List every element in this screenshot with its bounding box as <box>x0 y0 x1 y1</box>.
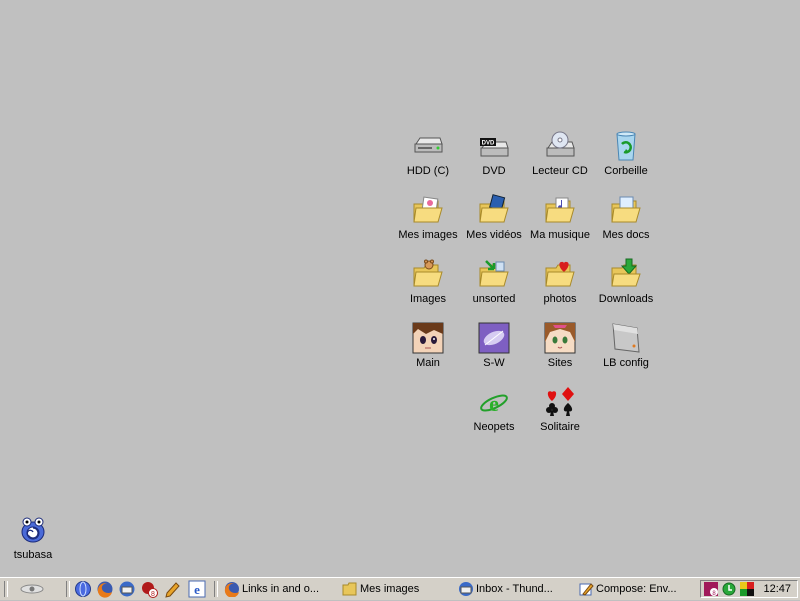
card-suits-icon <box>546 387 574 416</box>
desktop-icon-s-w[interactable]: S-W <box>461 322 527 382</box>
thunderbird-icon <box>459 582 473 596</box>
tray-badge-icon[interactable]: 8 <box>704 582 718 597</box>
folder-music-icon <box>545 197 575 223</box>
dvd-badge-text: DVD <box>482 141 495 147</box>
show-desktop-icon[interactable] <box>18 580 46 598</box>
recycle-bin-icon <box>616 131 636 161</box>
poliwhirl-icon <box>21 517 45 543</box>
system-tray: 8 12:47 <box>700 580 798 598</box>
firefox-icon[interactable] <box>96 580 114 598</box>
thunderbird-icon[interactable] <box>118 580 136 598</box>
desktop-icon-hdd[interactable]: HDD (C) <box>395 130 461 190</box>
internet-explorer-icon: e <box>480 391 508 416</box>
tray-clock[interactable]: 12:47 <box>763 583 791 595</box>
svg-text:e: e <box>194 582 200 597</box>
tray-colors-icon[interactable] <box>740 582 754 596</box>
taskbar-button-compose[interactable]: Compose: Env... <box>576 580 686 599</box>
feather-icon <box>478 322 510 354</box>
tray-green-icon[interactable] <box>722 582 736 596</box>
desktop-icon-main[interactable]: Main <box>395 322 461 382</box>
desktop-icon-label: LB config <box>603 357 649 369</box>
desktop-icon-solitaire[interactable]: Solitaire <box>527 386 593 446</box>
desktop-icon-label: Solitaire <box>540 421 580 433</box>
desktop-icon-label: Downloads <box>598 293 654 305</box>
taskbar-button-label: Inbox - Thund... <box>476 583 553 595</box>
desktop-icon-label: tsubasa <box>13 549 53 561</box>
desktop: { "desktop": { "icons": { "hdd": "HDD (C… <box>0 0 800 600</box>
folder-videos-icon <box>479 194 509 223</box>
taskbar-button-label: Compose: Env... <box>596 583 677 595</box>
desktop-icon-dvd[interactable]: DVD DVD <box>461 130 527 190</box>
desktop-icon-mes-images[interactable]: Mes images <box>395 194 461 254</box>
desktop-icon-neopets[interactable]: e Neopets <box>461 386 527 446</box>
desktop-icon-photos[interactable]: photos <box>527 258 593 318</box>
taskbar-button-label: Mes images <box>360 583 420 595</box>
desktop-icon-lecteur-cd[interactable]: Lecteur CD <box>527 130 593 190</box>
taskbar-button-label: Links in and o... <box>242 583 320 595</box>
dvd-drive-icon: DVD <box>480 138 509 157</box>
quick-badge-count: 8 <box>151 591 155 598</box>
badge-app-icon[interactable]: 8 <box>140 580 158 598</box>
desktop-icon-corbeille[interactable]: Corbeille <box>593 130 659 190</box>
pencil-app-icon[interactable] <box>164 580 182 598</box>
taskbar-grip[interactable] <box>214 581 218 597</box>
taskbar-button-links[interactable]: Links in and o... <box>222 580 332 599</box>
desktop-icon-mes-docs[interactable]: Mes docs <box>593 194 659 254</box>
anime-girl-icon <box>544 322 576 354</box>
desktop-icon-sites[interactable]: Sites <box>527 322 593 382</box>
desktop-icon-tsubasa[interactable]: tsubasa <box>0 514 66 574</box>
desktop-icon-label: Mes docs <box>602 229 650 241</box>
folder-images-icon <box>413 259 443 287</box>
taskbar: 8 e Links in and o... Mes images Inbox -… <box>0 577 800 600</box>
anime-face-icon <box>412 322 444 354</box>
compose-icon <box>579 583 594 596</box>
folder-photos-icon <box>545 261 575 287</box>
hard-drive-icon <box>414 137 443 153</box>
desktop-icon-ma-musique[interactable]: Ma musique <box>527 194 593 254</box>
firefox-icon <box>224 582 239 597</box>
cd-drive-icon <box>546 131 575 157</box>
folder-downloads-icon <box>611 258 641 287</box>
ie-icon[interactable]: e <box>188 580 206 598</box>
globe-icon[interactable] <box>74 580 92 598</box>
folder-documents-icon <box>611 196 641 223</box>
svg-text:e: e <box>489 391 499 416</box>
desktop-icon-label: Corbeille <box>604 165 648 177</box>
folder-pictures-icon <box>413 196 443 223</box>
desktop-icon-images[interactable]: Images <box>395 258 461 318</box>
folder-icon <box>342 582 357 596</box>
desktop-icon-downloads[interactable]: Downloads <box>593 258 659 318</box>
taskbar-grip[interactable] <box>66 581 70 597</box>
desktop-icon-unsorted[interactable]: unsorted <box>461 258 527 318</box>
taskbar-button-inbox[interactable]: Inbox - Thund... <box>456 580 568 599</box>
desktop-icon-lb-config[interactable]: LB config <box>593 322 659 382</box>
taskbar-grip[interactable] <box>4 581 8 597</box>
folder-unsorted-icon <box>479 260 509 287</box>
desktop-icon-mes-videos[interactable]: Mes vidéos <box>461 194 527 254</box>
config-page-icon <box>612 323 640 353</box>
taskbar-button-mes-images[interactable]: Mes images <box>340 580 450 599</box>
